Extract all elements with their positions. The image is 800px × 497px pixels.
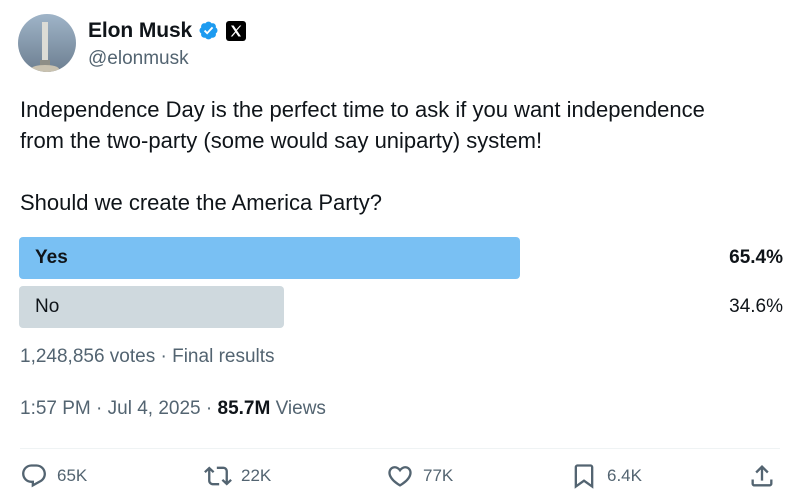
divider	[20, 448, 780, 449]
like-button[interactable]: 77K	[386, 462, 453, 490]
poll: Yes 65.4% No 34.6%	[19, 236, 785, 334]
poll-meta: 1,248,856 votes · Final results	[20, 346, 275, 367]
poll-option-percent: 65.4%	[729, 247, 783, 268]
poll-option-no: No 34.6%	[19, 285, 785, 329]
verified-badge-icon[interactable]	[198, 20, 219, 41]
views-label: Views	[270, 398, 326, 419]
bookmark-icon	[570, 462, 598, 490]
poll-option-label: No	[35, 296, 60, 317]
like-icon	[386, 462, 414, 490]
reply-icon	[20, 462, 48, 490]
tweet-text: Independence Day is the perfect time to …	[20, 94, 790, 218]
x-logo-icon	[226, 20, 247, 41]
repost-button[interactable]: 22K	[204, 462, 271, 490]
share-icon	[748, 462, 776, 490]
timestamp-time[interactable]: 1:57 PM · Jul 4, 2025 ·	[20, 398, 218, 419]
views-count: 85.7M	[217, 398, 271, 419]
repost-count: 22K	[241, 466, 272, 485]
repost-icon	[204, 462, 232, 490]
like-count: 77K	[423, 466, 454, 485]
author-handle[interactable]: @elonmusk	[88, 48, 246, 70]
poll-option-label: Yes	[35, 247, 68, 268]
poll-option-yes: Yes 65.4%	[19, 236, 785, 280]
reply-button[interactable]: 65K	[20, 462, 87, 490]
share-button[interactable]	[748, 462, 776, 490]
bookmark-count: 6.4K	[607, 466, 642, 485]
action-bar: 65K 22K 77K 6.4K	[20, 462, 780, 492]
avatar[interactable]	[18, 14, 76, 72]
poll-question: Should we create the America Party?	[20, 190, 382, 215]
poll-option-percent: 34.6%	[729, 296, 783, 317]
tweet-text-line: Independence Day is the perfect time to …	[20, 97, 705, 122]
bookmark-button[interactable]: 6.4K	[570, 462, 642, 490]
tweet-text-line: from the two-party (some would say unipa…	[20, 128, 543, 153]
tweet-header: Elon Musk @elonmusk	[18, 14, 247, 72]
tweet-timestamp: 1:57 PM · Jul 4, 2025 · 85.7M Views	[20, 398, 326, 420]
reply-count: 65K	[57, 466, 88, 485]
poll-bar-yes	[19, 237, 520, 279]
author-name[interactable]: Elon Musk	[88, 19, 192, 43]
